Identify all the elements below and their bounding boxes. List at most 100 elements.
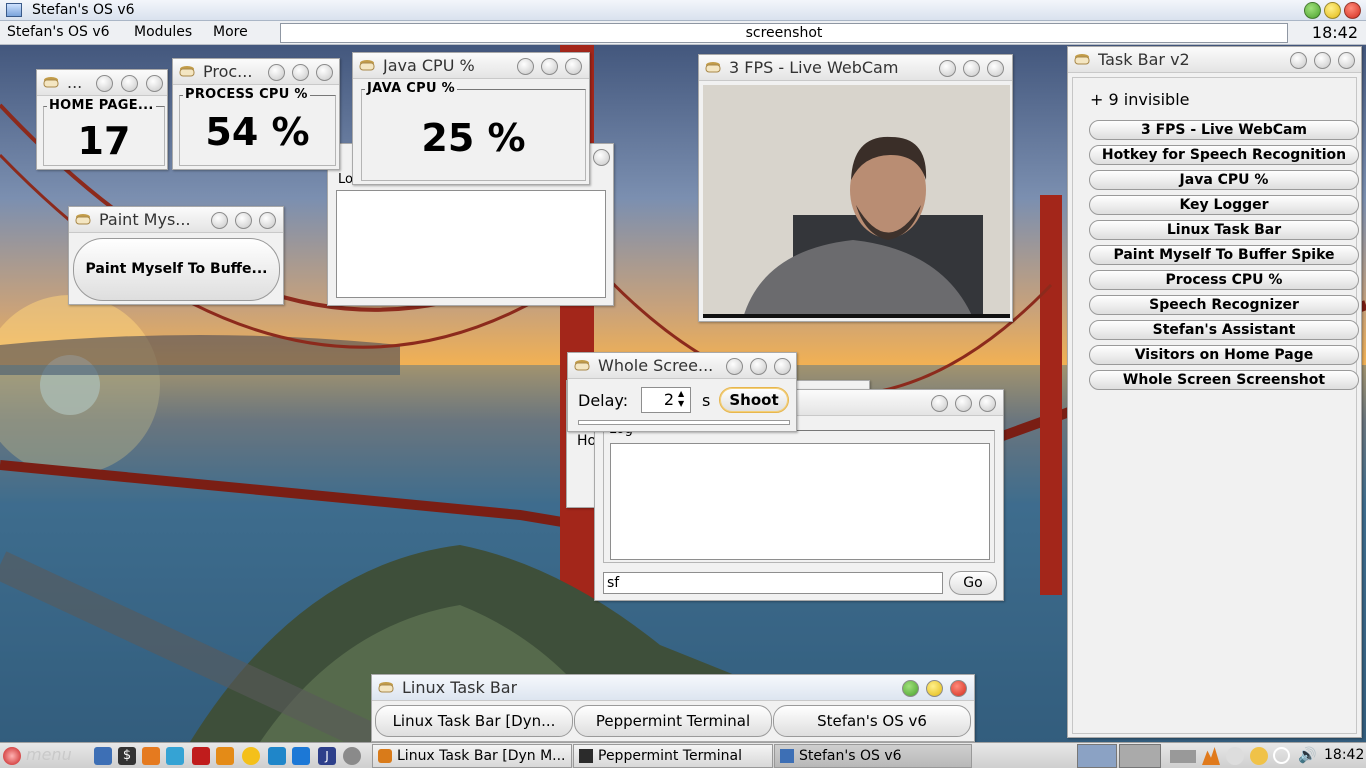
task-item[interactable]: Speech Recognizer xyxy=(1089,295,1359,315)
window-title: 3 FPS - Live WebCam xyxy=(729,58,899,77)
volume-icon[interactable]: 🔊 xyxy=(1298,746,1317,764)
close-button[interactable] xyxy=(565,58,582,75)
close-button[interactable] xyxy=(979,395,996,412)
system-monitor-icon[interactable] xyxy=(1202,747,1220,765)
maximize-button[interactable] xyxy=(955,395,972,412)
terminal-app-icon xyxy=(579,749,593,763)
close-button[interactable] xyxy=(1338,52,1355,69)
network-icon[interactable] xyxy=(1226,747,1244,765)
title-bar[interactable]: Whole Scree... xyxy=(568,353,796,379)
maximize-button[interactable] xyxy=(541,58,558,75)
maximize-button[interactable] xyxy=(750,358,767,375)
log-textarea[interactable] xyxy=(610,443,990,560)
maximize-button[interactable] xyxy=(292,64,309,81)
menu-stefans-os[interactable]: Stefan's OS v6 xyxy=(7,24,110,40)
maximize-button[interactable] xyxy=(963,60,980,77)
linux-task-button[interactable]: Stefan's OS v6 xyxy=(773,705,971,737)
java-cpu-group: JAVA CPU % 25 % xyxy=(361,81,586,181)
title-bar[interactable]: 3 FPS - Live WebCam xyxy=(699,55,1012,81)
search-input[interactable]: screenshot xyxy=(280,23,1288,43)
task-item[interactable]: Hotkey for Speech Recognition xyxy=(1089,145,1359,165)
java-cpu-value: 25 % xyxy=(421,116,526,160)
menu-modules[interactable]: Modules xyxy=(134,24,192,40)
j-icon[interactable]: J xyxy=(318,747,336,765)
task-item[interactable]: Paint Myself To Buffer Spike xyxy=(1089,245,1359,265)
group-label: JAVA CPU % xyxy=(365,81,457,96)
linux-task-button[interactable]: Peppermint Terminal xyxy=(574,705,772,737)
clipboard-icon[interactable] xyxy=(1250,747,1268,765)
panel-task[interactable]: Stefan's OS v6 xyxy=(774,744,972,768)
close-button[interactable] xyxy=(146,75,163,92)
computer-icon xyxy=(6,3,22,17)
minimize-button[interactable] xyxy=(726,358,743,375)
shoot-button[interactable]: Shoot xyxy=(719,387,789,413)
menu-bar: Stefan's OS v6 Modules More screenshot 1… xyxy=(0,21,1366,45)
maximize-button[interactable] xyxy=(1314,52,1331,69)
terminal-icon[interactable]: $ xyxy=(118,747,136,765)
process-cpu-group: PROCESS CPU % 54 % xyxy=(179,87,336,166)
peppermint-menu-icon[interactable] xyxy=(3,747,21,765)
minimize-button[interactable] xyxy=(517,58,534,75)
task-item[interactable]: Whole Screen Screenshot xyxy=(1089,370,1359,390)
close-button[interactable] xyxy=(316,64,333,81)
firefox-icon[interactable] xyxy=(142,747,160,765)
minimize-button[interactable] xyxy=(96,75,113,92)
task-item[interactable]: Java CPU % xyxy=(1089,170,1359,190)
java-cup-icon xyxy=(43,77,59,88)
task-item[interactable]: Process CPU % xyxy=(1089,270,1359,290)
java-cup-icon xyxy=(574,360,590,371)
minimize-button[interactable] xyxy=(1290,52,1307,69)
maximize-button[interactable] xyxy=(902,680,919,697)
close-button[interactable] xyxy=(259,212,276,229)
minimize-button[interactable] xyxy=(931,395,948,412)
task-item[interactable]: Key Logger xyxy=(1089,195,1359,215)
minimize-button[interactable] xyxy=(211,212,228,229)
title-bar[interactable]: Java CPU % xyxy=(353,53,589,79)
close-button[interactable] xyxy=(1344,2,1361,19)
title-bar[interactable]: ... xyxy=(37,70,167,96)
title-bar[interactable]: Paint Mys... xyxy=(69,207,283,233)
linux-task-button[interactable]: Linux Task Bar [Dyn... xyxy=(375,705,573,737)
panel-task[interactable]: Peppermint Terminal xyxy=(573,744,773,768)
maximize-button[interactable] xyxy=(121,75,138,92)
task-item[interactable]: Stefan's Assistant xyxy=(1089,320,1359,340)
paint-myself-button[interactable]: Paint Myself To Buffe... xyxy=(73,238,280,301)
workspace-2[interactable] xyxy=(1119,744,1161,768)
log-textarea[interactable] xyxy=(336,190,606,298)
minimize-button[interactable] xyxy=(268,64,285,81)
window-control-button[interactable] xyxy=(593,149,610,166)
workspace-1[interactable] xyxy=(1077,744,1117,768)
spinner-arrows-icon[interactable]: ▲ ▼ xyxy=(678,389,684,409)
task-item[interactable]: Linux Task Bar xyxy=(1089,220,1359,240)
opera-icon[interactable] xyxy=(192,747,210,765)
go-button[interactable]: Go xyxy=(949,571,997,595)
menu-label[interactable]: menu xyxy=(26,745,72,764)
maximize-button[interactable] xyxy=(235,212,252,229)
battery-icon[interactable] xyxy=(1170,750,1196,763)
vlc-icon[interactable] xyxy=(216,747,234,765)
java-cup-icon xyxy=(179,66,195,77)
java-icon[interactable] xyxy=(242,747,260,765)
command-input[interactable]: sf xyxy=(603,572,943,594)
minimize-button[interactable] xyxy=(939,60,956,77)
maximize-button[interactable] xyxy=(1304,2,1321,19)
minimize-button[interactable] xyxy=(1324,2,1341,19)
browser-icon[interactable] xyxy=(166,747,184,765)
close-button[interactable] xyxy=(950,680,967,697)
cube-icon[interactable] xyxy=(292,747,310,765)
file-manager-icon[interactable] xyxy=(94,747,112,765)
panel-task[interactable]: Linux Task Bar [Dyn M... xyxy=(372,744,572,768)
settings-icon[interactable] xyxy=(343,747,361,765)
close-button[interactable] xyxy=(774,358,791,375)
invisible-count[interactable]: + 9 invisible xyxy=(1090,90,1189,109)
task-item[interactable]: 3 FPS - Live WebCam xyxy=(1089,120,1359,140)
title-bar[interactable]: Linux Task Bar xyxy=(372,675,974,701)
close-button[interactable] xyxy=(987,60,1004,77)
task-item[interactable]: Visitors on Home Page xyxy=(1089,345,1359,365)
title-bar[interactable]: Task Bar v2 xyxy=(1068,47,1361,73)
title-bar[interactable]: Proc... xyxy=(173,59,339,85)
monitor-icon[interactable] xyxy=(268,747,286,765)
menu-more[interactable]: More xyxy=(213,24,248,40)
status-icon[interactable] xyxy=(1273,747,1290,764)
minimize-button[interactable] xyxy=(926,680,943,697)
